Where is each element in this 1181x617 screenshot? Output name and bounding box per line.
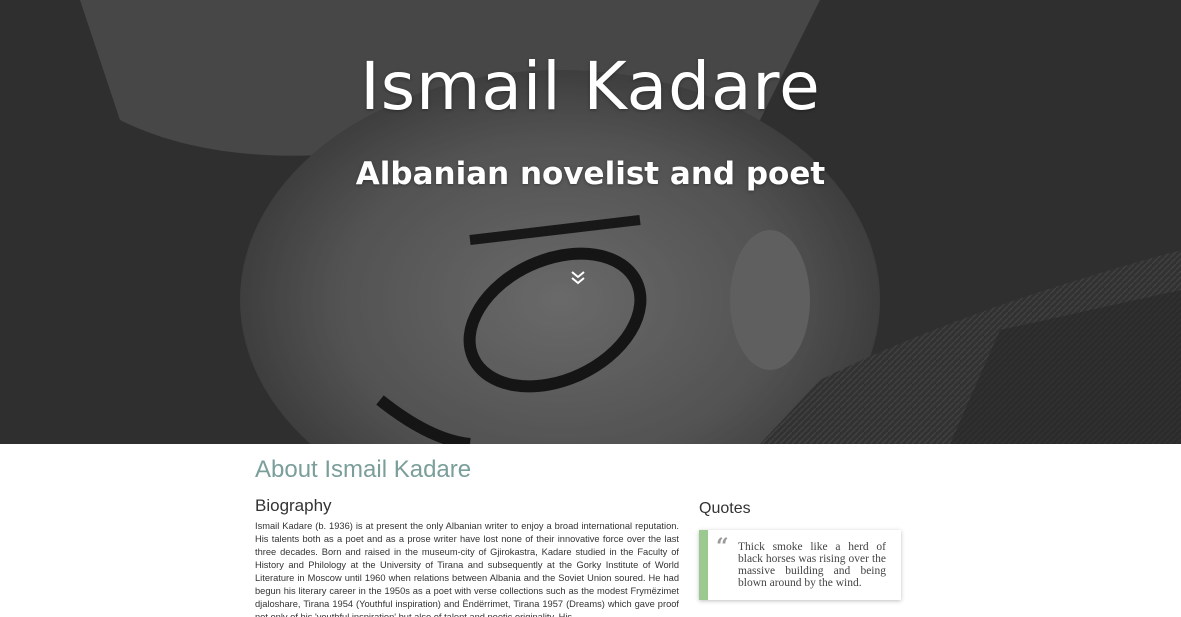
- about-section: About Ismail Kadare Biography Ismail Kad…: [255, 444, 905, 617]
- about-heading: About Ismail Kadare: [255, 456, 472, 483]
- quotes-heading: Quotes: [699, 500, 751, 517]
- biography-heading: Biography: [255, 496, 332, 515]
- quote-text: Thick smoke like a herd of black horses …: [738, 541, 886, 589]
- double-chevron-down-icon[interactable]: [568, 268, 588, 288]
- quote-card: “ Thick smoke like a herd of black horse…: [699, 530, 901, 600]
- quote-mark-icon: “: [716, 534, 729, 560]
- page-subtitle: Albanian novelist and poet: [355, 156, 826, 192]
- hero-banner: Ismail Kadare Albanian novelist and poet: [0, 0, 1181, 444]
- page-title: Ismail Kadare: [360, 48, 821, 125]
- biography-text: Ismail Kadare (b. 1936) is at present th…: [255, 521, 679, 617]
